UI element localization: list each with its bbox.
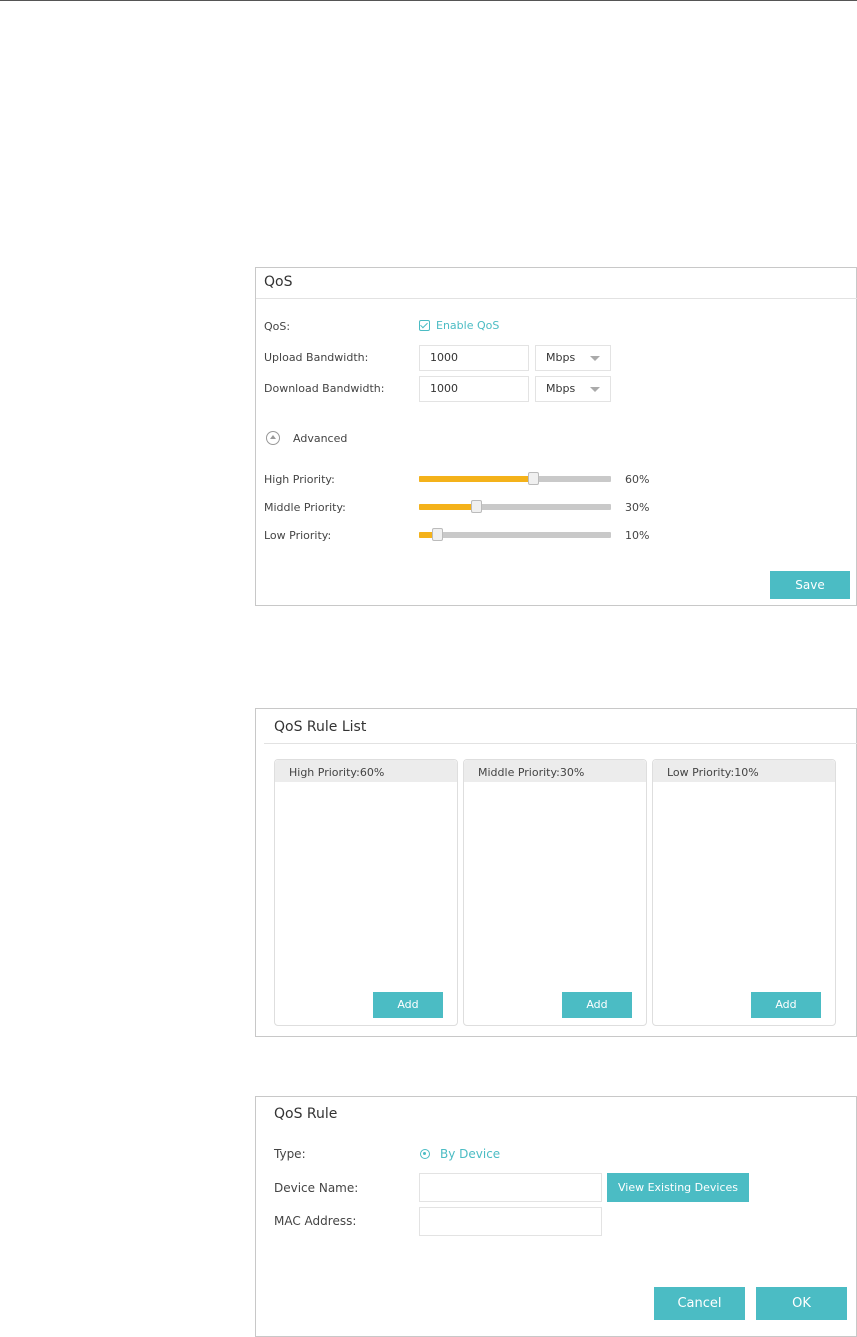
low-priority-column-header: Low Priority:10% bbox=[653, 760, 835, 782]
high-priority-rule-column: High Priority:60% Add bbox=[274, 759, 458, 1026]
download-unit-value: Mbps bbox=[546, 382, 576, 395]
qos-panel-title-rule bbox=[256, 298, 857, 299]
high-priority-slider[interactable] bbox=[419, 472, 611, 485]
middle-priority-column-header: Middle Priority:30% bbox=[464, 760, 646, 782]
qos-rule-list-title-rule bbox=[264, 743, 857, 744]
upload-unit-select[interactable]: Mbps bbox=[535, 345, 611, 371]
qos-rule-list-title: QoS Rule List bbox=[274, 719, 367, 735]
qos-label: QoS: bbox=[264, 320, 291, 333]
enable-qos-label[interactable]: Enable QoS bbox=[436, 319, 499, 332]
enable-qos-checkbox[interactable] bbox=[419, 320, 430, 331]
low-priority-label: Low Priority: bbox=[264, 529, 332, 542]
high-priority-label: High Priority: bbox=[264, 473, 335, 486]
add-middle-priority-rule-button[interactable]: Add bbox=[562, 992, 632, 1018]
chevron-down-icon bbox=[590, 387, 600, 392]
download-unit-select[interactable]: Mbps bbox=[535, 376, 611, 402]
download-bandwidth-label: Download Bandwidth: bbox=[264, 382, 385, 395]
qos-panel-title: QoS bbox=[264, 274, 293, 290]
download-bandwidth-input[interactable]: 1000 bbox=[419, 376, 529, 402]
by-device-radio[interactable] bbox=[420, 1149, 430, 1159]
device-name-label: Device Name: bbox=[274, 1181, 359, 1195]
middle-priority-slider[interactable] bbox=[419, 500, 611, 513]
high-priority-column-header: High Priority:60% bbox=[275, 760, 457, 782]
ok-button[interactable]: OK bbox=[756, 1287, 847, 1320]
chevron-down-icon bbox=[590, 356, 600, 361]
collapse-advanced-icon[interactable] bbox=[266, 431, 280, 445]
upload-bandwidth-label: Upload Bandwidth: bbox=[264, 351, 369, 364]
advanced-toggle-label[interactable]: Advanced bbox=[293, 432, 347, 445]
low-priority-slider[interactable] bbox=[419, 528, 611, 541]
mac-address-input[interactable] bbox=[419, 1207, 602, 1236]
add-low-priority-rule-button[interactable]: Add bbox=[751, 992, 821, 1018]
middle-priority-fill bbox=[419, 504, 477, 510]
by-device-label[interactable]: By Device bbox=[440, 1147, 500, 1161]
middle-priority-handle[interactable] bbox=[470, 500, 482, 513]
middle-priority-rule-column: Middle Priority:30% Add bbox=[463, 759, 647, 1026]
upload-bandwidth-input[interactable]: 1000 bbox=[419, 345, 529, 371]
high-priority-value: 60% bbox=[625, 473, 650, 486]
mac-address-label: MAC Address: bbox=[274, 1214, 357, 1228]
qos-panel: QoS QoS: Enable QoS Upload Bandwidth: 10… bbox=[255, 267, 857, 606]
view-existing-devices-button[interactable]: View Existing Devices bbox=[607, 1173, 749, 1202]
qos-rule-list-panel: QoS Rule List High Priority:60% Add Midd… bbox=[255, 708, 857, 1037]
qos-rule-title: QoS Rule bbox=[274, 1106, 338, 1122]
low-priority-handle[interactable] bbox=[432, 528, 444, 541]
qos-rule-panel: QoS Rule Type: By Device Device Name: Vi… bbox=[255, 1096, 857, 1337]
device-name-input[interactable] bbox=[419, 1173, 602, 1202]
upload-unit-value: Mbps bbox=[546, 351, 576, 364]
cancel-button[interactable]: Cancel bbox=[654, 1287, 745, 1320]
type-label: Type: bbox=[274, 1147, 306, 1161]
middle-priority-label: Middle Priority: bbox=[264, 501, 346, 514]
save-button[interactable]: Save bbox=[770, 571, 850, 599]
high-priority-fill bbox=[419, 476, 535, 482]
low-priority-rule-column: Low Priority:10% Add bbox=[652, 759, 836, 1026]
high-priority-handle[interactable] bbox=[528, 472, 540, 485]
low-priority-value: 10% bbox=[625, 529, 650, 542]
page-top-rule bbox=[0, 0, 857, 1]
middle-priority-value: 30% bbox=[625, 501, 650, 514]
add-high-priority-rule-button[interactable]: Add bbox=[373, 992, 443, 1018]
